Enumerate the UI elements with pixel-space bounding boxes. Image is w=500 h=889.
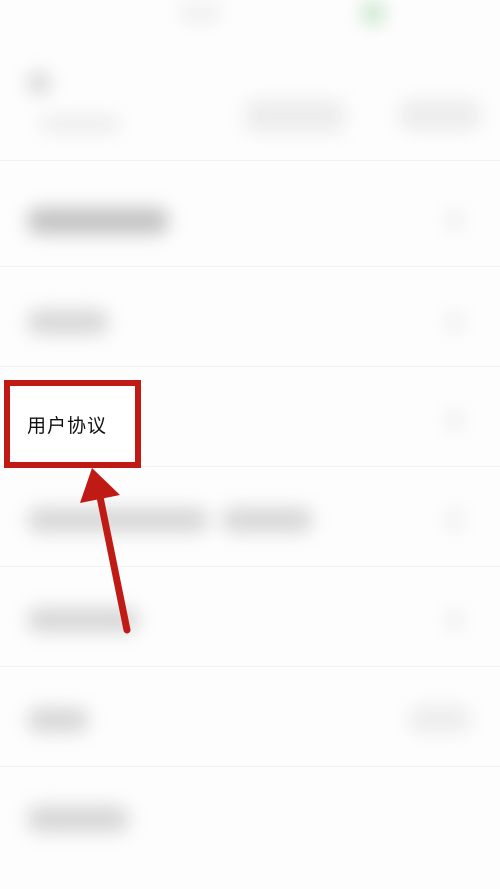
chevron-right-icon (448, 510, 462, 530)
list-item-5[interactable] (28, 608, 138, 632)
list-item-4-extra (222, 508, 312, 532)
user-agreement-label: 用户协议 (27, 414, 108, 437)
header-right-blur (400, 100, 480, 130)
list-item-7[interactable] (28, 806, 128, 832)
header-left-blur (40, 116, 120, 132)
highlighted-user-agreement-item[interactable]: 用户协议 (4, 380, 141, 468)
status-indicator-blur (362, 2, 384, 24)
status-bar-blur (180, 6, 220, 20)
header-center-blur (245, 100, 345, 132)
chevron-right-icon (448, 410, 462, 430)
row-divider (0, 266, 500, 267)
chevron-right-icon (448, 312, 462, 332)
settings-screen: 用户协议 (0, 0, 500, 889)
list-item-6[interactable] (28, 708, 88, 732)
row-divider (0, 766, 500, 767)
back-icon[interactable] (28, 72, 50, 94)
list-item-6-value (410, 706, 470, 732)
chevron-right-icon (448, 610, 462, 630)
list-item-2[interactable] (28, 310, 108, 334)
list-item-4[interactable] (28, 508, 208, 532)
row-divider (0, 666, 500, 667)
row-divider (0, 366, 500, 367)
row-divider (0, 160, 500, 161)
row-divider (0, 566, 500, 567)
list-item-1[interactable] (28, 208, 168, 234)
chevron-right-icon (448, 210, 462, 230)
